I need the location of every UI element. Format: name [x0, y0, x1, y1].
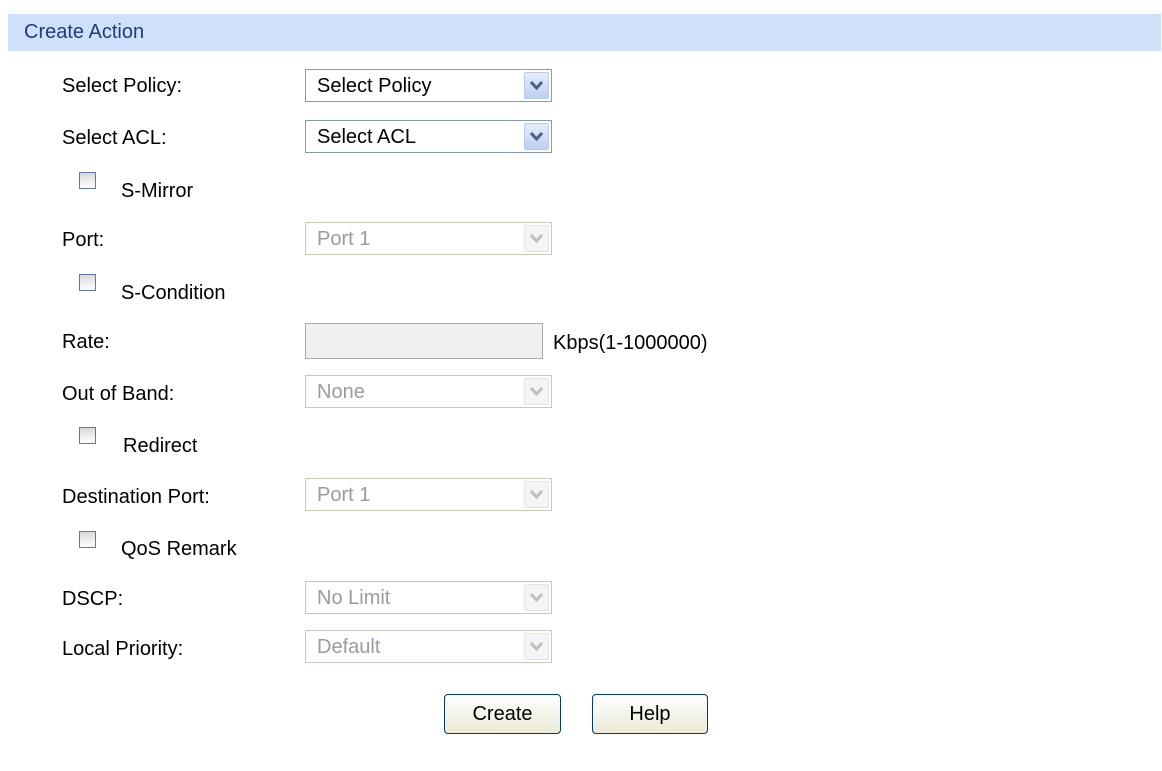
chevron-down-icon[interactable]: [524, 633, 549, 660]
local-priority-value: Default: [317, 636, 381, 658]
select-acl-value: Select ACL: [317, 126, 416, 148]
dscp-dropdown[interactable]: No Limit: [305, 581, 552, 614]
panel-title: Create Action: [24, 21, 145, 43]
rate-input[interactable]: [305, 323, 543, 359]
select-policy-value: Select Policy: [317, 75, 432, 97]
destination-port-label: Destination Port:: [62, 486, 210, 508]
out-of-band-dropdown[interactable]: None: [305, 375, 552, 408]
destination-port-value: Port 1: [317, 484, 371, 506]
local-priority-dropdown[interactable]: Default: [305, 630, 552, 663]
s-mirror-label: S-Mirror: [121, 180, 194, 202]
chevron-down-icon[interactable]: [524, 72, 549, 99]
chevron-down-icon[interactable]: [524, 123, 549, 150]
out-of-band-value: None: [317, 381, 365, 403]
dscp-value: No Limit: [317, 587, 391, 609]
select-policy-label: Select Policy:: [62, 75, 183, 97]
rate-unit: Kbps(1-1000000): [553, 332, 708, 354]
out-of-band-label: Out of Band:: [62, 383, 175, 405]
port-value: Port 1: [317, 228, 371, 250]
chevron-down-icon[interactable]: [524, 225, 549, 252]
port-label: Port:: [62, 229, 105, 251]
redirect-label: Redirect: [123, 435, 198, 457]
s-mirror-checkbox[interactable]: [79, 172, 96, 189]
s-condition-label: S-Condition: [121, 282, 226, 304]
select-acl-dropdown[interactable]: Select ACL: [305, 120, 552, 153]
chevron-down-icon[interactable]: [524, 481, 549, 508]
select-acl-label: Select ACL:: [62, 127, 167, 149]
dscp-label: DSCP:: [62, 588, 124, 610]
redirect-checkbox[interactable]: [79, 427, 96, 444]
select-policy-dropdown[interactable]: Select Policy: [305, 69, 552, 102]
chevron-down-icon[interactable]: [524, 378, 549, 405]
rate-label: Rate:: [62, 331, 110, 353]
local-priority-label: Local Priority:: [62, 638, 184, 660]
qos-remark-checkbox[interactable]: [79, 531, 96, 548]
destination-port-dropdown[interactable]: Port 1: [305, 478, 552, 511]
create-button[interactable]: Create: [444, 694, 561, 734]
s-condition-checkbox[interactable]: [79, 274, 96, 291]
chevron-down-icon[interactable]: [524, 584, 549, 611]
panel-title-bar: Create Action: [8, 14, 1161, 51]
qos-remark-label: QoS Remark: [121, 538, 237, 560]
port-dropdown[interactable]: Port 1: [305, 222, 552, 255]
help-button[interactable]: Help: [592, 694, 708, 734]
